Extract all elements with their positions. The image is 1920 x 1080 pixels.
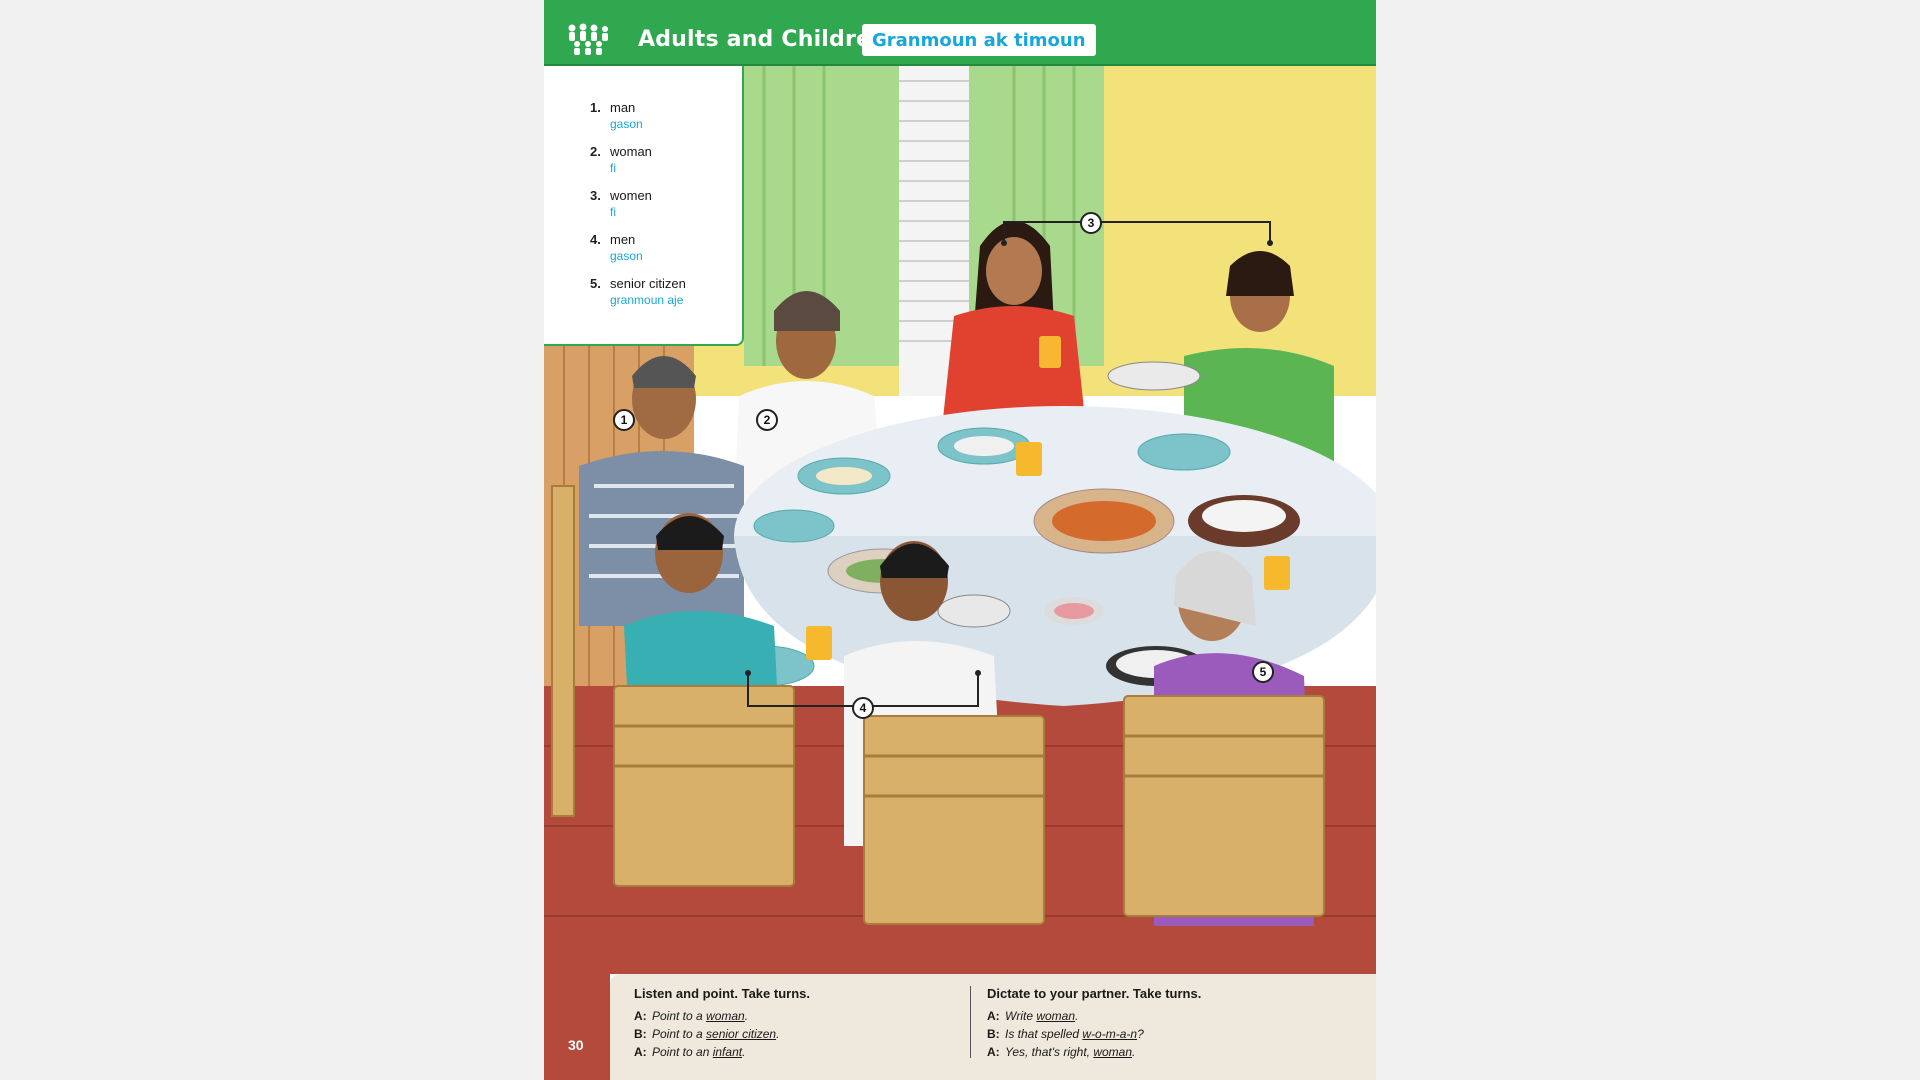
vocab-english: women — [610, 188, 652, 203]
vocab-item-men[interactable]: 4. men gason — [590, 232, 686, 264]
dialogue-line: A: Point to an infant. — [634, 1043, 954, 1061]
vocabulary-list: 1. man gason 2. woman fi 3. women fi 4. … — [590, 100, 686, 320]
vocab-english: man — [610, 100, 636, 115]
speaker-label: B: — [987, 1027, 1000, 1041]
speaker-label: A: — [634, 1045, 647, 1059]
dialogue-keyword: woman — [1036, 1009, 1076, 1023]
dialogue-text: Point to a — [652, 1027, 707, 1041]
vocabulary-panel: 1. man gason 2. woman fi 3. women fi 4. … — [544, 66, 744, 346]
exercise-heading: Listen and point. Take turns. — [634, 986, 810, 1001]
dialogue-keyword: woman — [1093, 1045, 1133, 1059]
dialogue-end: . — [742, 1045, 746, 1059]
document-viewer: Adults and Children Granmoun ak timoun 3… — [0, 0, 1920, 1080]
callout-1: 1 — [613, 409, 635, 431]
page-header: Adults and Children Granmoun ak timoun — [544, 0, 1376, 66]
dialogue-line: A: Point to a woman. — [634, 1007, 954, 1025]
speaker-label: A: — [634, 1009, 647, 1023]
page-number: 30 — [568, 1037, 584, 1053]
vocab-item-man[interactable]: 1. man gason — [590, 100, 686, 132]
vocab-translation: gason — [610, 249, 643, 263]
glass-juice — [1039, 336, 1061, 368]
dialogue-keyword: senior citizen — [706, 1027, 777, 1041]
exercise-panel: Listen and point. Take turns. A: Point to… — [610, 974, 1376, 1080]
dialogue-text: Point to an — [652, 1045, 713, 1059]
translation-badge: Granmoun ak timoun — [862, 24, 1096, 56]
vocab-english: men — [610, 232, 636, 247]
vocab-item-women[interactable]: 3. women fi — [590, 188, 686, 220]
dialogue-line: A: Yes, that's right, woman. — [987, 1043, 1350, 1061]
dialogue-text: Point to a — [652, 1009, 707, 1023]
callout-4: 4 — [852, 697, 874, 719]
dialogue-end: . — [1075, 1009, 1079, 1023]
exercise-dictate: Dictate to your partner. Take turns. A: W… — [970, 986, 1350, 1061]
vocab-number: 5. — [590, 276, 601, 291]
dialogue-line: B: Is that spelled w-o-m-a-n? — [987, 1025, 1350, 1043]
dialogue-text: Yes, that's right, — [1005, 1045, 1094, 1059]
dialogue-keyword: infant — [712, 1045, 743, 1059]
vocab-number: 2. — [590, 144, 601, 159]
vocab-translation: fi — [610, 205, 616, 219]
exercise-heading: Dictate to your partner. Take turns. — [987, 986, 1202, 1001]
people-group-icon — [568, 23, 608, 55]
vocab-number: 4. — [590, 232, 601, 247]
vocab-english: woman — [610, 144, 652, 159]
speaker-label: A: — [987, 1045, 1000, 1059]
floor-strip — [544, 974, 610, 1080]
vocab-english: senior citizen — [610, 276, 686, 291]
dialogue-keyword: woman — [706, 1009, 745, 1023]
dialogue-end: . — [744, 1009, 749, 1023]
dialogue-keyword: w-o-m-a-n — [1082, 1027, 1138, 1041]
vocab-item-senior-citizen[interactable]: 5. senior citizen granmoun aje — [590, 276, 686, 308]
exercise-listen-point: Listen and point. Take turns. A: Point to… — [634, 986, 954, 1061]
callout-2: 2 — [756, 409, 778, 431]
dialogue-line: A: Write woman. — [987, 1007, 1350, 1025]
speaker-label: A: — [987, 1009, 1000, 1023]
vocab-number: 1. — [590, 100, 601, 115]
vocab-translation: fi — [610, 161, 616, 175]
dialogue-end: . — [776, 1027, 780, 1041]
dialogue-line: B: Point to a senior citizen. — [634, 1025, 954, 1043]
callout-5: 5 — [1252, 661, 1274, 683]
dialogue-text: Write — [1005, 1009, 1037, 1023]
vocab-number: 3. — [590, 188, 601, 203]
plate-held — [1107, 361, 1201, 391]
textbook-page: Adults and Children Granmoun ak timoun 3… — [544, 0, 1376, 1080]
page-title: Adults and Children — [638, 27, 888, 52]
vocab-translation: gason — [610, 117, 643, 131]
dialogue-text: Is that spelled — [1005, 1027, 1083, 1041]
dialogue-end: . — [1132, 1045, 1136, 1059]
speaker-label: B: — [634, 1027, 647, 1041]
callout-3: 3 — [1080, 212, 1102, 234]
vocab-translation: granmoun aje — [610, 293, 684, 307]
dialogue-end: ? — [1137, 1027, 1144, 1041]
translation-title: Granmoun ak timoun — [872, 29, 1086, 51]
vocab-item-woman[interactable]: 2. woman fi — [590, 144, 686, 176]
